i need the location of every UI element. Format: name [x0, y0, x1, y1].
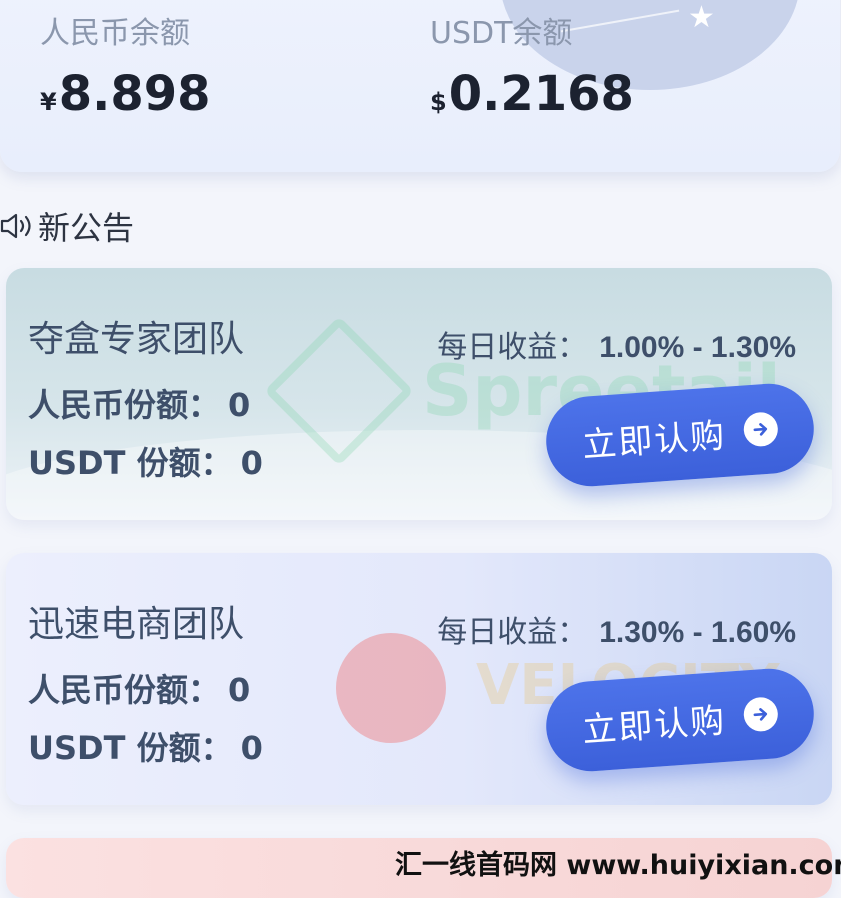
daily-yield-label: 每日收益：	[437, 615, 588, 650]
subscribe-button[interactable]: 立即认购	[543, 380, 817, 490]
subscribe-button-label: 立即认购	[581, 700, 728, 751]
subscribe-button[interactable]: 立即认购	[543, 665, 817, 775]
usdt-share-value: 0	[240, 444, 263, 482]
usdt-share: USDT 份额： 0	[28, 438, 263, 484]
usdt-share-label: USDT 份额：	[28, 444, 233, 482]
product-title: 迅速电商团队	[28, 604, 245, 645]
cny-currency-symbol: ¥	[40, 88, 57, 116]
announcement-text: 新公告	[38, 209, 135, 247]
usdt-share-value: 0	[240, 729, 263, 767]
cny-balance-value: ¥8.898	[40, 66, 211, 122]
arrow-right-icon	[742, 696, 779, 733]
cny-balance: 人民币余额 ¥8.898	[40, 8, 211, 122]
product-title: 夺盒专家团队	[28, 319, 245, 360]
usdt-share: USDT 份额： 0	[28, 723, 263, 769]
velocity-logo: VELOCITY	[336, 633, 780, 743]
usdt-currency-symbol: $	[430, 88, 447, 116]
cny-share: 人民币份额： 0	[28, 665, 250, 711]
usdt-balance-value: $0.2168	[430, 66, 634, 122]
daily-yield-label: 每日收益：	[437, 330, 588, 365]
product-card: VELOCITY 迅速电商团队 每日收益： 1.30% - 1.60% 人民币份额…	[6, 553, 832, 805]
cny-share-value: 0	[228, 671, 251, 709]
speaker-icon	[0, 211, 36, 241]
usdt-balance-amount: 0.2168	[448, 66, 634, 122]
cny-share-label: 人民币份额：	[28, 671, 221, 709]
balance-card: ★ 人民币余额 ¥8.898 USDT余额 $0.2168	[0, 0, 840, 172]
arrow-right-icon	[742, 411, 779, 448]
daily-yield: 每日收益： 1.00% - 1.30%	[437, 322, 796, 366]
daily-yield: 每日收益： 1.30% - 1.60%	[437, 607, 796, 651]
star-icon: ★	[688, 0, 715, 35]
daily-yield-range: 1.30% - 1.60%	[599, 616, 796, 649]
cny-share-value: 0	[228, 386, 251, 424]
usdt-balance: USDT余额 $0.2168	[430, 8, 634, 122]
cny-share: 人民币份额： 0	[28, 380, 250, 426]
product-card: Spreetail 夺盒专家团队 每日收益： 1.00% - 1.30% 人民币份…	[6, 268, 832, 520]
watermark: 汇一线首码网 www.huiyixian.com	[395, 850, 841, 881]
usdt-share-label: USDT 份额：	[28, 729, 233, 767]
cny-share-label: 人民币份额：	[28, 386, 221, 424]
cny-balance-amount: 8.898	[58, 66, 211, 122]
daily-yield-range: 1.00% - 1.30%	[599, 331, 796, 364]
announcement-bar[interactable]: 新公告	[0, 203, 134, 249]
cny-balance-label: 人民币余额	[40, 16, 190, 51]
subscribe-button-label: 立即认购	[581, 415, 728, 466]
usdt-balance-label: USDT余额	[430, 16, 573, 51]
